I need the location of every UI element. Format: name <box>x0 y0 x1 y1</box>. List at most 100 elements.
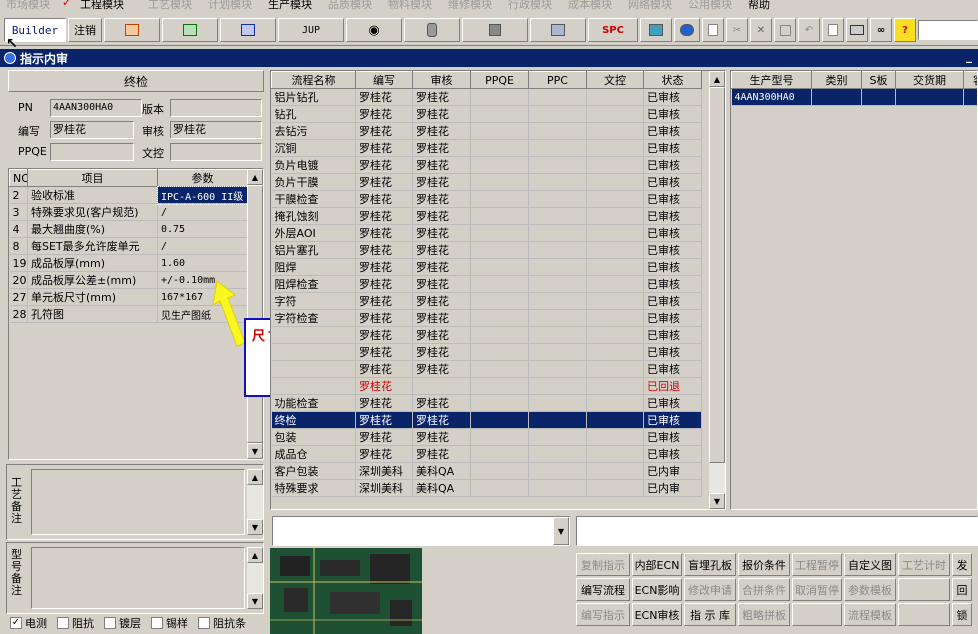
scroll-down-icon[interactable]: ▼ <box>247 443 263 459</box>
scroll-up-icon[interactable]: ▲ <box>247 169 263 185</box>
computer-button[interactable] <box>530 18 586 42</box>
eye-button[interactable]: ◉ <box>346 18 402 42</box>
version-field[interactable] <box>170 99 262 117</box>
checkbox-4[interactable]: 阻抗条 <box>198 615 246 631</box>
action-button-0-5[interactable]: 自定义图 <box>844 553 896 576</box>
flow-select[interactable]: ▼ <box>272 516 570 546</box>
table-row[interactable]: 罗桂花 罗桂花 已审核 <box>271 326 702 344</box>
scroll-down-icon[interactable]: ▼ <box>247 519 263 535</box>
action-button-2-1[interactable]: ECN审核 <box>632 603 682 626</box>
menu-material[interactable]: 物料模块 <box>388 0 432 12</box>
models-header-delivery[interactable]: 交货期 <box>895 71 964 89</box>
table-row[interactable]: 外层AOI 罗桂花 罗桂花 已审核 <box>271 224 702 242</box>
checkbox-2[interactable]: 镀层 <box>104 615 141 631</box>
scroll-up-icon[interactable]: ▲ <box>709 71 725 87</box>
table-row[interactable]: 成品仓 罗桂花 罗桂花 已审核 <box>271 445 702 463</box>
page-button[interactable] <box>822 18 844 42</box>
new-button[interactable] <box>702 18 724 42</box>
excel-button[interactable] <box>162 18 218 42</box>
word-button[interactable] <box>220 18 276 42</box>
undo-button[interactable]: ↶ <box>798 18 820 42</box>
editor-field[interactable]: 罗桂花 <box>50 121 134 139</box>
table-row[interactable]: 4AAN300HA0 <box>731 88 977 106</box>
action-button-1-2[interactable]: 修改申请 <box>684 578 736 601</box>
menu-common[interactable]: 公用模块 <box>688 0 732 12</box>
params-header-no[interactable]: NO <box>9 169 28 187</box>
table-row[interactable]: 特殊要求 深圳美科 美科QA 已内审 <box>271 479 702 497</box>
process-note-field[interactable] <box>31 469 245 535</box>
checkbox-empty-icon[interactable] <box>104 617 116 629</box>
table-row[interactable]: 干膜检查 罗桂花 罗桂花 已审核 <box>271 190 702 208</box>
action-button-0-2[interactable]: 盲埋孔板 <box>684 553 736 576</box>
help-button[interactable]: ? <box>894 18 916 42</box>
ppt-button[interactable] <box>104 18 160 42</box>
flow-header-status[interactable]: 状态 <box>643 71 702 89</box>
action-button-1-4[interactable]: 取消暂停 <box>792 578 842 601</box>
table-row[interactable]: 钻孔 罗桂花 罗桂花 已审核 <box>271 105 702 123</box>
action-button-0-0[interactable]: 复制指示 <box>576 553 630 576</box>
params-header-value[interactable]: 参数 <box>157 169 248 187</box>
pn-field[interactable]: 4AAN300HA0 <box>50 99 142 117</box>
network-button[interactable] <box>462 18 528 42</box>
table-row[interactable]: 8 每SET最多允许废单元 / <box>9 237 248 255</box>
toolbar-input[interactable] <box>918 20 978 40</box>
database-button[interactable] <box>404 18 460 42</box>
table-row[interactable]: 去钻污 罗桂花 罗桂花 已审核 <box>271 122 702 140</box>
detail-input[interactable] <box>576 516 978 546</box>
table-row[interactable]: 沉铜 罗桂花 罗桂花 已审核 <box>271 139 702 157</box>
model-note-scrollbar[interactable]: ▲ ▼ <box>247 547 263 609</box>
flow-header-name[interactable]: 流程名称 <box>271 71 356 89</box>
scroll-up-icon[interactable]: ▲ <box>247 547 263 563</box>
find-button[interactable]: ∞ <box>870 18 892 42</box>
table-row[interactable]: 铝片钻孔 罗桂花 罗桂花 已审核 <box>271 88 702 106</box>
model-note-field[interactable] <box>31 547 245 609</box>
action-button-2-4[interactable] <box>792 603 842 626</box>
action-button-1-6[interactable] <box>898 578 950 601</box>
print-button[interactable] <box>846 18 868 42</box>
minimize-icon[interactable]: _ <box>966 49 972 63</box>
table-row[interactable]: 字符检查 罗桂花 罗桂花 已审核 <box>271 309 702 327</box>
menu-network[interactable]: 网络模块 <box>628 0 672 12</box>
cut-button[interactable]: ✂ <box>726 18 748 42</box>
table-row[interactable]: 罗桂花 罗桂花 已审核 <box>271 360 702 378</box>
action-button-1-1[interactable]: ECN影响 <box>632 578 682 601</box>
scroll-up-icon[interactable]: ▲ <box>247 469 263 485</box>
checkbox-checked-icon[interactable]: ✓ <box>10 617 22 629</box>
action-button-1-7[interactable]: 回 <box>952 578 972 601</box>
flow-header-doc[interactable]: 文控 <box>586 71 644 89</box>
table-row[interactable]: 功能检查 罗桂花 罗桂花 已审核 <box>271 394 702 412</box>
params-header-item[interactable]: 项目 <box>27 169 158 187</box>
table-row[interactable]: 铝片塞孔 罗桂花 罗桂花 已审核 <box>271 241 702 259</box>
action-button-2-3[interactable]: 粗略拼板 <box>738 603 790 626</box>
table-row[interactable]: 2 验收标准 IPC-A-600 II级 <box>9 185 249 205</box>
checkbox-empty-icon[interactable] <box>57 617 69 629</box>
flow-scrollbar[interactable]: ▲ ▼ <box>709 71 725 509</box>
ppqe-field[interactable] <box>50 143 134 161</box>
checkbox-empty-icon[interactable] <box>151 617 163 629</box>
models-header-category[interactable]: 类别 <box>811 71 862 89</box>
flow-header-reviewer[interactable]: 审核 <box>412 71 471 89</box>
action-button-2-6[interactable] <box>898 603 950 626</box>
menu-quality[interactable]: 品质模块 <box>328 0 372 12</box>
checkbox-3[interactable]: 锡样 <box>151 615 188 631</box>
action-button-2-7[interactable]: 锁 <box>952 603 972 626</box>
models-header-customer[interactable]: 客 <box>963 71 977 89</box>
table-row[interactable]: 罗桂花 已回退 <box>271 377 702 395</box>
action-button-0-4[interactable]: 工程暂停 <box>792 553 842 576</box>
table-row[interactable]: 字符 罗桂花 罗桂花 已审核 <box>271 292 702 310</box>
chevron-down-icon[interactable]: ▼ <box>553 517 569 545</box>
flow-header-editor[interactable]: 编写 <box>355 71 413 89</box>
scroll-down-icon[interactable]: ▼ <box>709 493 725 509</box>
scroll-down-icon[interactable]: ▼ <box>247 593 263 609</box>
menu-help[interactable]: 帮助 <box>748 0 770 12</box>
action-button-1-5[interactable]: 参数模板 <box>844 578 896 601</box>
flow-header-ppc[interactable]: PPC <box>528 71 587 89</box>
table-row[interactable]: 负片电镀 罗桂花 罗桂花 已审核 <box>271 156 702 174</box>
action-button-0-7[interactable]: 发 <box>952 553 972 576</box>
models-header-model[interactable]: 生产型号 <box>731 71 812 89</box>
table-row[interactable]: 终检 罗桂花 罗桂花 已审核 <box>271 411 702 429</box>
jup-button[interactable]: JUP <box>278 18 344 42</box>
checkbox-empty-icon[interactable] <box>198 617 210 629</box>
action-button-2-5[interactable]: 流程模板 <box>844 603 896 626</box>
action-button-1-0[interactable]: 编写流程 <box>576 578 630 601</box>
